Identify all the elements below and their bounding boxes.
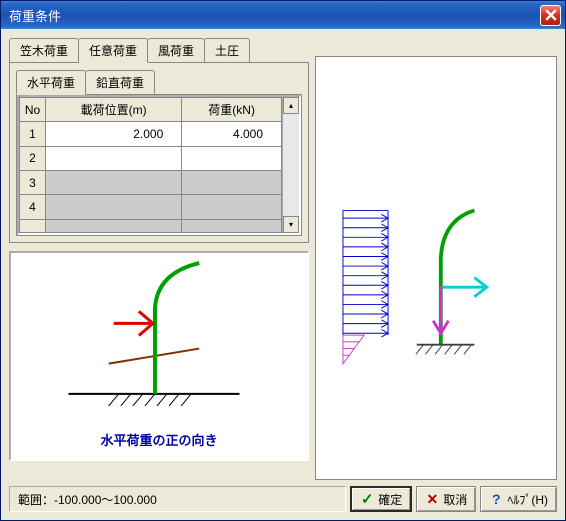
col-pos: 載荷位置(m)	[46, 98, 182, 122]
ok-label: 確定	[378, 491, 402, 508]
row-no	[20, 219, 46, 232]
client-area: 笠木荷重 任意荷重 風荷重 土圧 水平荷重 鉛直荷重 No 載荷位置(m)	[1, 29, 565, 520]
row-no: 2	[20, 146, 46, 170]
load-grid[interactable]: No 載荷位置(m) 荷重(kN) 1 2.000 4.000 2	[17, 95, 301, 235]
tab-enchoku[interactable]: 鉛直荷重	[85, 70, 155, 94]
close-button[interactable]	[540, 5, 561, 26]
cell-pos[interactable]: 2.000	[46, 122, 182, 146]
preview-panel	[315, 56, 557, 480]
cell-load[interactable]	[182, 219, 282, 232]
cell-load[interactable]: 4.000	[182, 122, 282, 146]
titlebar: 荷重条件	[1, 1, 565, 29]
cancel-button[interactable]: ✕ 取消	[416, 486, 476, 512]
tab-kaze[interactable]: 風荷重	[147, 38, 205, 62]
cell-pos[interactable]	[46, 146, 182, 170]
row-no: 1	[20, 122, 46, 146]
tab-doatsu[interactable]: 土圧	[204, 38, 250, 62]
col-load: 荷重(kN)	[182, 98, 282, 122]
preview-figure	[316, 57, 556, 479]
row-no: 4	[20, 195, 46, 219]
table-row[interactable]: 2	[20, 146, 282, 170]
x-icon: ✕	[425, 492, 439, 506]
inner-tabs: 水平荷重 鉛直荷重	[16, 69, 302, 94]
scroll-down-button[interactable]: ▾	[283, 216, 299, 233]
cell-pos[interactable]	[46, 171, 182, 195]
direction-figure-panel: 水平荷重の正の向き	[9, 251, 309, 461]
ok-button[interactable]: ✓ 確定	[350, 486, 412, 512]
inner-tab-panel: No 載荷位置(m) 荷重(kN) 1 2.000 4.000 2	[16, 94, 302, 236]
question-icon: ?	[489, 492, 503, 506]
direction-figure	[11, 253, 307, 424]
outer-tabs: 笠木荷重 任意荷重 風荷重 土圧	[9, 37, 309, 62]
status-row: 範囲：-100.000～100.000 ✓ 確定 ✕ 取消 ? ﾍﾙﾌﾟ(H)	[9, 486, 557, 512]
cancel-label: 取消	[443, 491, 467, 508]
cell-pos[interactable]	[46, 195, 182, 219]
table-row[interactable]: 3	[20, 171, 282, 195]
grid-table: No 載荷位置(m) 荷重(kN) 1 2.000 4.000 2	[19, 97, 282, 233]
cell-load[interactable]	[182, 146, 282, 170]
tab-nini[interactable]: 任意荷重	[78, 38, 148, 63]
row-no: 3	[20, 171, 46, 195]
scroll-up-button[interactable]: ▴	[283, 97, 299, 114]
table-row[interactable]	[20, 219, 282, 232]
window-title: 荷重条件	[9, 6, 540, 25]
help-label: ﾍﾙﾌﾟ(H)	[507, 491, 548, 508]
check-icon: ✓	[360, 492, 374, 506]
tab-kasagi[interactable]: 笠木荷重	[9, 38, 79, 62]
figure-caption: 水平荷重の正の向き	[11, 424, 307, 459]
help-button[interactable]: ? ﾍﾙﾌﾟ(H)	[480, 486, 557, 512]
cell-pos[interactable]	[46, 219, 182, 232]
table-row[interactable]: 4	[20, 195, 282, 219]
grid-scrollbar[interactable]: ▴ ▾	[282, 97, 299, 233]
table-row[interactable]: 1 2.000 4.000	[20, 122, 282, 146]
close-icon	[545, 9, 557, 21]
col-no: No	[20, 98, 46, 122]
status-range: 範囲：-100.000～100.000	[9, 486, 346, 512]
outer-tab-panel: 水平荷重 鉛直荷重 No 載荷位置(m) 荷重(kN) 1	[9, 62, 309, 243]
tab-suihei[interactable]: 水平荷重	[16, 70, 86, 95]
cell-load[interactable]	[182, 171, 282, 195]
cell-load[interactable]	[182, 195, 282, 219]
